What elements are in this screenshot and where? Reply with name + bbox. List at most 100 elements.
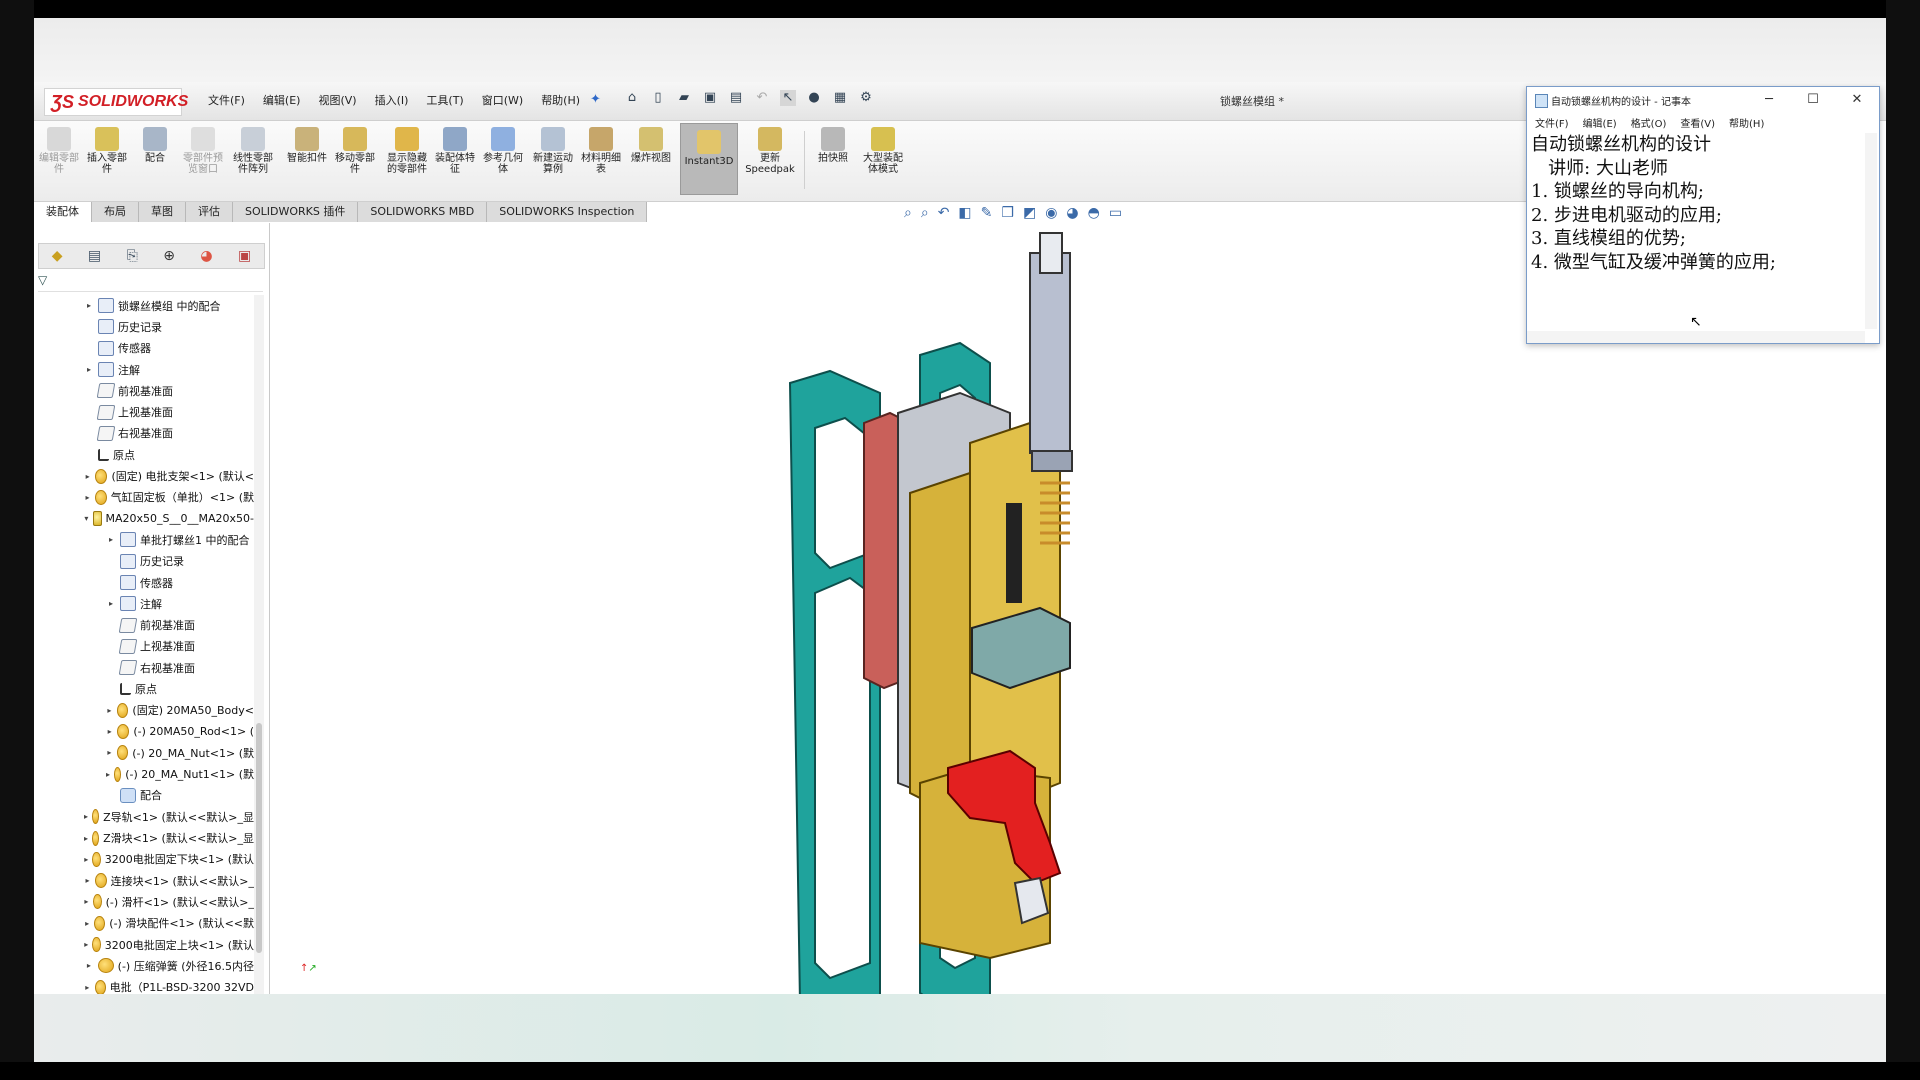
menu-window[interactable]: 窗口(W) bbox=[482, 92, 523, 108]
linear-pattern-button[interactable]: 线性零部件阵列 bbox=[230, 127, 276, 175]
hide-show-items-icon[interactable]: ◉ bbox=[1045, 205, 1057, 221]
tab-solidworks-addins[interactable]: SOLIDWORKS 插件 bbox=[233, 202, 359, 222]
tree-item[interactable]: ▸ (固定) 电批支架<1> (默认< bbox=[34, 465, 254, 486]
expand-toggle-icon[interactable]: ▸ bbox=[84, 834, 88, 843]
exploded-view-button[interactable]: 爆炸视图 bbox=[628, 127, 674, 164]
move-component-button[interactable]: 移动零部件 bbox=[332, 127, 378, 175]
tree-item[interactable]: ▸ Z导轨<1> (默认<<默认>_显 bbox=[34, 806, 254, 827]
expand-toggle-icon[interactable]: ▸ bbox=[84, 940, 88, 949]
apply-scene-icon[interactable]: ◓ bbox=[1088, 205, 1100, 221]
pin-menu-icon[interactable]: ✦ bbox=[590, 92, 601, 107]
view-settings-icon[interactable]: ▭ bbox=[1109, 205, 1122, 221]
np-menu-file[interactable]: 文件(F) bbox=[1535, 115, 1569, 130]
tree-item[interactable]: 上视基准面 bbox=[34, 401, 254, 422]
notepad-titlebar[interactable]: 自动锁螺丝机构的设计 - 记事本 ─ ☐ ✕ bbox=[1527, 87, 1879, 113]
expand-toggle-icon[interactable]: ▸ bbox=[84, 897, 89, 906]
tree-item[interactable]: ▸ 锁螺丝模组 中的配合 bbox=[34, 295, 254, 316]
tab-solidworks-mbd[interactable]: SOLIDWORKS MBD bbox=[358, 202, 488, 222]
tab-solidworks-inspection[interactable]: SOLIDWORKS Inspection bbox=[487, 202, 648, 222]
tree-item[interactable]: 历史记录 bbox=[34, 551, 254, 572]
tree-item[interactable]: 传感器 bbox=[34, 338, 254, 359]
file-properties-icon[interactable]: ▦ bbox=[832, 90, 848, 106]
update-speedpak-button[interactable]: 更新Speedpak bbox=[742, 127, 798, 175]
tree-item[interactable]: ▸ (-) 20MA50_Rod<1> ( bbox=[34, 721, 254, 742]
tree-item[interactable]: 配合 bbox=[34, 785, 254, 806]
take-snapshot-button[interactable]: 拍快照 bbox=[810, 127, 856, 164]
expand-toggle-icon[interactable]: ▸ bbox=[106, 748, 113, 757]
tree-item[interactable]: ▸ 注解 bbox=[34, 359, 254, 380]
np-menu-format[interactable]: 格式(O) bbox=[1631, 115, 1667, 130]
tree-item[interactable]: 上视基准面 bbox=[34, 636, 254, 657]
tree-item[interactable]: ▸ (-) 20_MA_Nut<1> (默 bbox=[34, 742, 254, 763]
expand-toggle-icon[interactable]: ▸ bbox=[84, 472, 91, 481]
tree-item[interactable]: 历史记录 bbox=[34, 316, 254, 337]
zoom-to-fit-icon[interactable]: ⌕ bbox=[904, 205, 912, 221]
np-menu-edit[interactable]: 编辑(E) bbox=[1583, 115, 1617, 130]
new-motion-study-button[interactable]: 新建运动算例 bbox=[530, 127, 576, 175]
tree-item[interactable]: ▸ 3200电批固定下块<1> (默认 bbox=[34, 849, 254, 870]
tree-item[interactable]: ▸ (-) 压缩弹簧 (外径16.5内径 bbox=[34, 955, 254, 976]
tree-item[interactable]: 前视基准面 bbox=[34, 380, 254, 401]
expand-toggle-icon[interactable]: ▸ bbox=[106, 706, 113, 715]
view-orientation-icon[interactable]: ❒ bbox=[1001, 205, 1014, 221]
save-icon[interactable]: ▣ bbox=[702, 90, 718, 106]
tree-filter[interactable]: ▽ bbox=[38, 273, 263, 292]
expand-toggle-icon[interactable]: ▸ bbox=[84, 812, 88, 821]
display-manager-tab-icon[interactable]: ◕ bbox=[200, 248, 212, 264]
tab-assembly[interactable]: 装配体 bbox=[34, 202, 92, 222]
tree-item[interactable]: ▸ 注解 bbox=[34, 593, 254, 614]
zoom-to-area-icon[interactable]: ⌕ bbox=[921, 205, 929, 221]
traffic-light-icon[interactable]: ● bbox=[806, 90, 822, 106]
expand-toggle-icon[interactable]: ▸ bbox=[106, 535, 116, 544]
expand-toggle-icon[interactable]: ▸ bbox=[106, 770, 110, 779]
tree-item[interactable]: 传感器 bbox=[34, 572, 254, 593]
tree-scrollbar-thumb[interactable] bbox=[256, 723, 262, 953]
expand-toggle-icon[interactable]: ▸ bbox=[84, 493, 91, 502]
large-assembly-mode-button[interactable]: 大型装配体模式 bbox=[860, 127, 906, 175]
tree-item[interactable]: 前视基准面 bbox=[34, 614, 254, 635]
tree-item[interactable]: ▸ (-) 滑块配件<1> (默认<<默 bbox=[34, 913, 254, 934]
np-menu-view[interactable]: 查看(V) bbox=[1680, 115, 1715, 130]
configuration-manager-tab-icon[interactable]: ⎘ bbox=[127, 248, 138, 264]
tree-item[interactable]: ▸ (固定) 20MA50_Body< bbox=[34, 700, 254, 721]
tree-item[interactable]: ▸ (-) 20_MA_Nut1<1> (默 bbox=[34, 764, 254, 785]
expand-toggle-icon[interactable]: ▸ bbox=[84, 855, 88, 864]
tree-item[interactable]: ▸ 气缸固定板（单批）<1> (默 bbox=[34, 487, 254, 508]
expand-toggle-icon[interactable]: ▸ bbox=[84, 301, 94, 310]
menu-tools[interactable]: 工具(T) bbox=[426, 92, 463, 108]
minimize-icon[interactable]: ─ bbox=[1747, 87, 1791, 113]
tree-item[interactable]: 右视基准面 bbox=[34, 423, 254, 444]
expand-toggle-icon[interactable]: ▸ bbox=[106, 599, 116, 608]
bill-of-materials-button[interactable]: 材料明细表 bbox=[578, 127, 624, 175]
tree-item[interactable]: ▸ (-) 滑杆<1> (默认<<默认>_ bbox=[34, 891, 254, 912]
mate-button[interactable]: 配合 bbox=[132, 127, 178, 164]
instant3d-button[interactable]: Instant3D bbox=[680, 123, 738, 195]
show-hidden-button[interactable]: 显示隐藏的零部件 bbox=[384, 127, 430, 175]
expand-toggle-icon[interactable]: ▸ bbox=[84, 919, 90, 928]
expand-toggle-icon[interactable]: ▸ bbox=[84, 876, 91, 885]
np-menu-help[interactable]: 帮助(H) bbox=[1729, 115, 1764, 130]
assembly-features-button[interactable]: 装配体特征 bbox=[432, 127, 478, 175]
menu-insert[interactable]: 插入(I) bbox=[375, 92, 409, 108]
print-icon[interactable]: ▤ bbox=[728, 90, 744, 106]
previous-view-icon[interactable]: ↶ bbox=[938, 205, 950, 221]
home-icon[interactable]: ⌂ bbox=[624, 90, 640, 106]
menu-help[interactable]: 帮助(H) bbox=[541, 92, 580, 108]
tree-item[interactable]: 原点 bbox=[34, 678, 254, 699]
tree-item[interactable]: ▸ 3200电批固定上块<1> (默认 bbox=[34, 934, 254, 955]
cam-tab-icon[interactable]: ▣ bbox=[238, 248, 251, 264]
notepad-vertical-scrollbar[interactable] bbox=[1865, 133, 1877, 329]
select-icon[interactable]: ↖ bbox=[780, 90, 796, 106]
dimxpert-tab-icon[interactable]: ⊕ bbox=[163, 248, 175, 264]
close-icon[interactable]: ✕ bbox=[1835, 87, 1879, 113]
tree-item[interactable]: ▸ 连接块<1> (默认<<默认>_ bbox=[34, 870, 254, 891]
menu-file[interactable]: 文件(F) bbox=[208, 92, 245, 108]
notepad-text-area[interactable]: 自动锁螺丝机构的设计 讲师: 大山老师 1. 锁螺丝的导向机构; 2. 步进电机驱动… bbox=[1527, 133, 1863, 327]
expand-toggle-icon[interactable]: ▸ bbox=[84, 983, 91, 992]
notepad-horizontal-scrollbar[interactable] bbox=[1527, 331, 1865, 343]
expand-toggle-icon[interactable]: ▸ bbox=[84, 365, 94, 374]
component-preview-button[interactable]: 零部件预览窗口 bbox=[180, 127, 226, 175]
menu-edit[interactable]: 编辑(E) bbox=[263, 92, 301, 108]
tree-item[interactable]: ▸ Z滑块<1> (默认<<默认>_显 bbox=[34, 827, 254, 848]
tab-sketch[interactable]: 草图 bbox=[139, 202, 186, 222]
